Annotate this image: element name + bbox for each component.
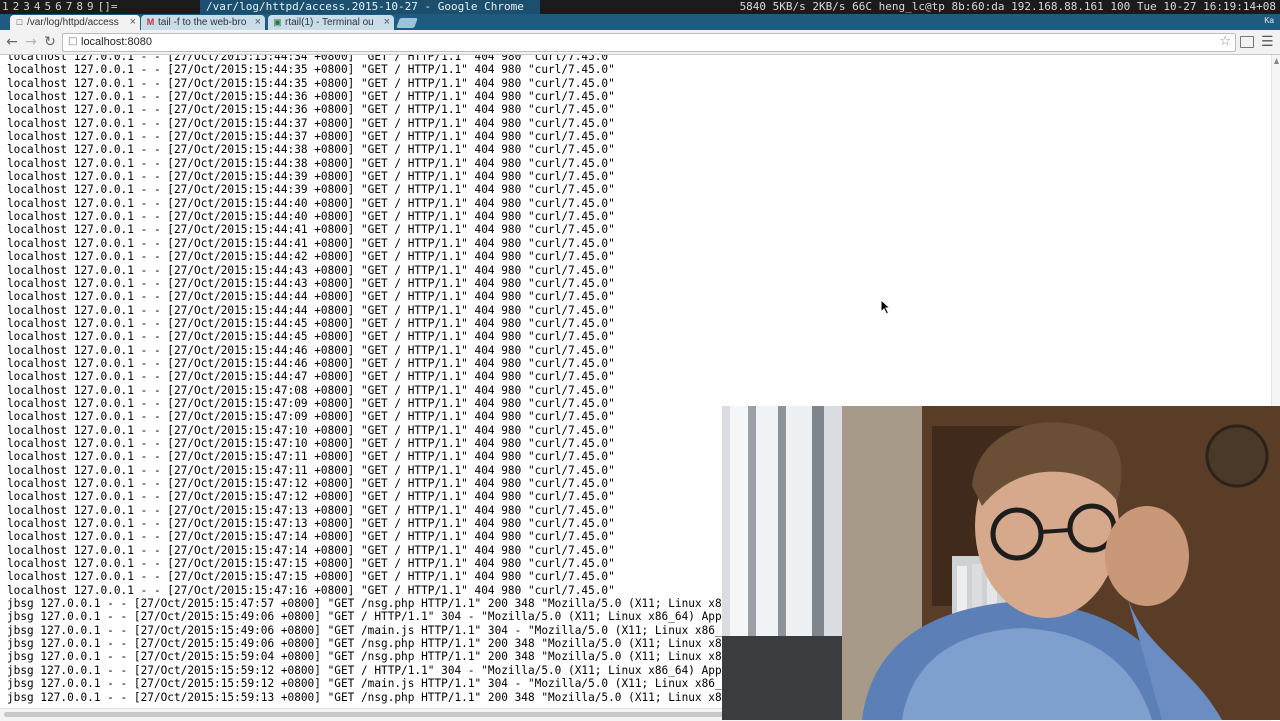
log-line: localhost 127.0.0.1 - - [27/Oct/2015:15:… xyxy=(7,316,615,330)
log-line: localhost 127.0.0.1 - - [27/Oct/2015:15:… xyxy=(7,63,615,77)
close-icon[interactable]: × xyxy=(255,15,261,30)
log-line: jbsg 127.0.0.1 - - [27/Oct/2015:15:59:13… xyxy=(7,690,756,704)
workspace-9[interactable]: 9 xyxy=(87,0,94,13)
log-line: localhost 127.0.0.1 - - [27/Oct/2015:15:… xyxy=(7,223,615,237)
log-line: jbsg 127.0.0.1 - - [27/Oct/2015:15:59:12… xyxy=(7,663,776,677)
log-line: localhost 127.0.0.1 - - [27/Oct/2015:15:… xyxy=(7,263,615,277)
gmail-icon: M xyxy=(146,17,155,27)
tab-strip: □ /var/log/httpd/access × M tail -f to t… xyxy=(0,14,1280,30)
log-line: localhost 127.0.0.1 - - [27/Oct/2015:15:… xyxy=(7,250,615,264)
log-line: localhost 127.0.0.1 - - [27/Oct/2015:15:… xyxy=(7,423,615,437)
log-line: localhost 127.0.0.1 - - [27/Oct/2015:15:… xyxy=(7,383,615,397)
log-line: localhost 127.0.0.1 - - [27/Oct/2015:15:… xyxy=(7,170,615,184)
log-line: localhost 127.0.0.1 - - [27/Oct/2015:15:… xyxy=(7,543,615,557)
system-status-bar: 1 2 3 4 5 6 7 8 9 []= /var/log/httpd/access.2015-… xyxy=(0,0,1280,14)
log-line: localhost 127.0.0.1 - - [27/Oct/2015:15:… xyxy=(7,450,615,464)
address-bar[interactable]: □ localhost:8080 ☆ xyxy=(62,33,1236,52)
workspace-list: 1 2 3 4 5 6 7 8 9 []= xyxy=(2,0,122,14)
page-icon: □ xyxy=(16,17,23,27)
log-line: localhost 127.0.0.1 - - [27/Oct/2015:15:… xyxy=(7,330,615,344)
log-line: localhost 127.0.0.1 - - [27/Oct/2015:15:… xyxy=(7,290,615,304)
log-line: localhost 127.0.0.1 - - [27/Oct/2015:15:… xyxy=(7,183,615,197)
log-line: localhost 127.0.0.1 - - [27/Oct/2015:15:… xyxy=(7,570,615,584)
log-line: localhost 127.0.0.1 - - [27/Oct/2015:15:… xyxy=(7,517,615,531)
log-line: jbsg 127.0.0.1 - - [27/Oct/2015:15:49:06… xyxy=(7,610,776,624)
log-line: localhost 127.0.0.1 - - [27/Oct/2015:15:… xyxy=(7,370,615,384)
log-line: localhost 127.0.0.1 - - [27/Oct/2015:15:… xyxy=(7,276,615,290)
log-line: jbsg 127.0.0.1 - - [27/Oct/2015:15:59:12… xyxy=(7,677,742,691)
url-text[interactable]: localhost:8080 xyxy=(81,35,152,50)
log-line: localhost 127.0.0.1 - - [27/Oct/2015:15:… xyxy=(7,463,615,477)
window-title: /var/log/httpd/access.2015-10-27 - Googl… xyxy=(200,0,540,14)
log-line: localhost 127.0.0.1 - - [27/Oct/2015:15:… xyxy=(7,303,615,317)
log-line: localhost 127.0.0.1 - - [27/Oct/2015:15:… xyxy=(7,210,615,224)
reload-button[interactable]: ↻ xyxy=(41,33,59,51)
forward-button[interactable]: → xyxy=(22,33,40,51)
browser-toolbar: ← → ↻ □ localhost:8080 ☆ ☰ xyxy=(0,30,1280,55)
log-line: localhost 127.0.0.1 - - [27/Oct/2015:15:… xyxy=(7,356,615,370)
mouse-cursor-icon xyxy=(880,299,892,315)
menu-icon[interactable]: ☰ xyxy=(1261,33,1274,51)
log-line: localhost 127.0.0.1 - - [27/Oct/2015:15:… xyxy=(7,143,615,157)
log-line: jbsg 127.0.0.1 - - [27/Oct/2015:15:59:04… xyxy=(7,650,756,664)
log-line: localhost 127.0.0.1 - - [27/Oct/2015:15:… xyxy=(7,410,615,424)
page-info-icon[interactable]: □ xyxy=(68,36,77,47)
workspace-7[interactable]: 7 xyxy=(66,0,73,13)
tab-tail-web[interactable]: M tail -f to the web-bro × xyxy=(141,15,265,30)
log-line: localhost 127.0.0.1 - - [27/Oct/2015:15:… xyxy=(7,477,615,490)
close-icon[interactable]: × xyxy=(384,15,390,30)
log-line: localhost 127.0.0.1 - - [27/Oct/2015:15:… xyxy=(7,116,615,130)
log-line: localhost 127.0.0.1 - - [27/Oct/2015:15:… xyxy=(7,436,615,450)
log-line: jbsg 127.0.0.1 - - [27/Oct/2015:15:49:06… xyxy=(7,623,742,637)
log-line: localhost 127.0.0.1 - - [27/Oct/2015:15:… xyxy=(7,343,615,357)
profile-label[interactable]: Ka xyxy=(1264,16,1274,25)
log-line: localhost 127.0.0.1 - - [27/Oct/2015:15:… xyxy=(7,530,615,544)
log-line: localhost 127.0.0.1 - - [27/Oct/2015:15:… xyxy=(7,583,615,597)
workspace-1[interactable]: 1 xyxy=(2,0,9,13)
scroll-up-arrow-icon[interactable] xyxy=(1274,58,1279,64)
log-line: jbsg 127.0.0.1 - - [27/Oct/2015:15:47:57… xyxy=(7,597,756,611)
log-line: localhost 127.0.0.1 - - [27/Oct/2015:15:… xyxy=(7,557,615,571)
tab-label: rtail(1) - Terminal ou xyxy=(285,17,374,28)
log-line: localhost 127.0.0.1 - - [27/Oct/2015:15:… xyxy=(7,103,615,117)
access-log: localhost 127.0.0.1 - - [27/Oct/2015:15:… xyxy=(7,55,775,704)
workspace-4[interactable]: 4 xyxy=(34,0,41,13)
log-line: localhost 127.0.0.1 - - [27/Oct/2015:15:… xyxy=(7,90,615,104)
terminal-icon: ▣ xyxy=(273,17,282,27)
tab-label: tail -f to the web-bro xyxy=(158,17,247,28)
log-line: localhost 127.0.0.1 - - [27/Oct/2015:15:… xyxy=(7,236,615,250)
layout-indicator[interactable]: []= xyxy=(98,0,118,13)
log-line: localhost 127.0.0.1 - - [27/Oct/2015:15:… xyxy=(7,55,615,63)
log-line: localhost 127.0.0.1 - - [27/Oct/2015:15:… xyxy=(7,196,615,210)
bookmark-star-icon[interactable]: ☆ xyxy=(1219,34,1231,50)
cast-icon[interactable] xyxy=(1240,36,1254,48)
log-line: localhost 127.0.0.1 - - [27/Oct/2015:15:… xyxy=(7,156,615,170)
workspace-5[interactable]: 5 xyxy=(45,0,52,13)
workspace-2[interactable]: 2 xyxy=(13,0,20,13)
close-icon[interactable]: × xyxy=(130,15,136,30)
workspace-3[interactable]: 3 xyxy=(23,0,30,13)
log-line: jbsg 127.0.0.1 - - [27/Oct/2015:15:49:06… xyxy=(7,637,756,651)
system-status-text: 5840 5KB/s 2KB/s 66C heng_lc@tp 8b:60:da… xyxy=(739,0,1276,13)
log-line: localhost 127.0.0.1 - - [27/Oct/2015:15:… xyxy=(7,490,615,504)
webcam-video-overlay xyxy=(722,406,1280,720)
workspace-8[interactable]: 8 xyxy=(76,0,83,13)
log-line: localhost 127.0.0.1 - - [27/Oct/2015:15:… xyxy=(7,130,615,144)
log-line: localhost 127.0.0.1 - - [27/Oct/2015:15:… xyxy=(7,503,615,517)
back-button[interactable]: ← xyxy=(3,33,21,51)
tab-rtail-man[interactable]: ▣ rtail(1) - Terminal ou × xyxy=(268,15,394,30)
tab-label: /var/log/httpd/access xyxy=(27,17,119,28)
log-line: localhost 127.0.0.1 - - [27/Oct/2015:15:… xyxy=(7,76,615,90)
log-line: localhost 127.0.0.1 - - [27/Oct/2015:15:… xyxy=(7,396,615,410)
new-tab-button[interactable] xyxy=(396,18,418,28)
tab-access-log[interactable]: □ /var/log/httpd/access × xyxy=(10,15,140,30)
workspace-6[interactable]: 6 xyxy=(55,0,62,13)
